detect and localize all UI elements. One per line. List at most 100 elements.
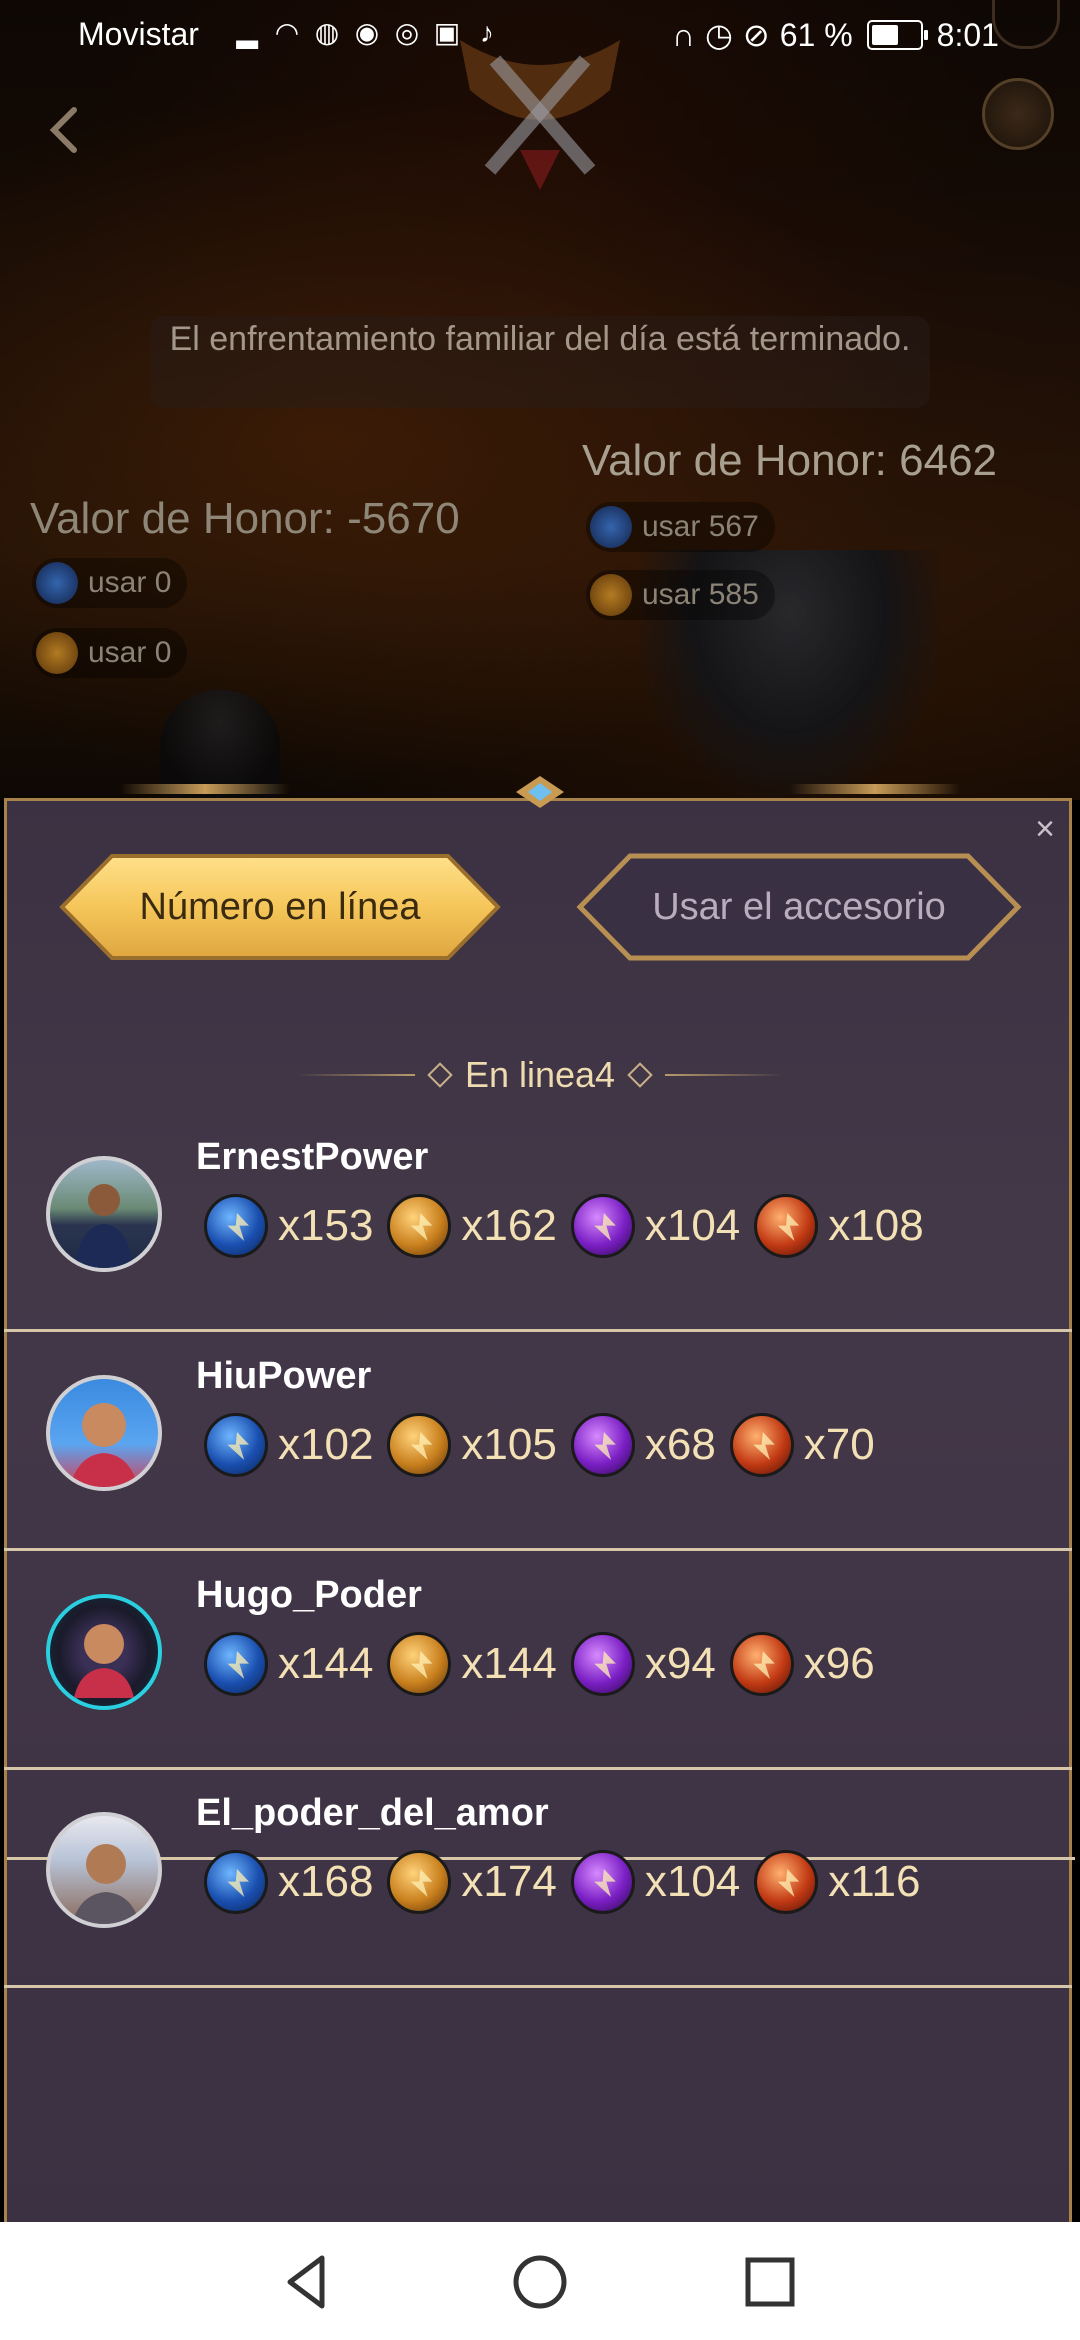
red-orb-icon: [729, 1632, 794, 1696]
player-row: Hugo_Poder x144 x144 x94 x96: [4, 1552, 1072, 1770]
purple-orb-icon: [570, 1194, 635, 1258]
status-bar: Movistar ▂ ◠ ◍ ◉ ◎ ▣ ♪ ∩ ◷ ⊘ 61 % 8:01: [0, 0, 1080, 72]
nav-back-icon[interactable]: [276, 2250, 340, 2314]
divider: [665, 1074, 786, 1076]
back-arrow-icon[interactable]: [40, 100, 90, 160]
item-quantity: x168: [278, 1857, 374, 1906]
left-gold-usage: usar 0: [32, 628, 188, 678]
avatar[interactable]: [46, 1812, 162, 1928]
battery-fill: [871, 25, 898, 45]
item-gold: x162: [387, 1194, 557, 1258]
tab-accessory-label: Usar el accesorio: [652, 885, 946, 928]
item-quantity: x153: [278, 1201, 374, 1250]
usage-label: usar 567: [642, 510, 759, 543]
player-row: El_poder_del_amor x168 x174 x104 x116: [4, 1770, 1072, 1988]
wifi-icon: ◠: [274, 17, 300, 48]
item-blue: x144: [204, 1632, 373, 1696]
panel-edge-decoration: [120, 784, 290, 794]
item-purple: x68: [570, 1413, 716, 1477]
blue-orb-icon: [204, 1413, 268, 1477]
player-items: x102 x105 x68 x70: [204, 1413, 889, 1477]
item-quantity: x68: [644, 1420, 716, 1469]
gold-orb-icon: [387, 1850, 452, 1914]
gold-orb-icon: [36, 632, 78, 674]
purple-orb-icon: [570, 1413, 635, 1477]
divider: [294, 1074, 415, 1076]
online-count-heading: En linea4: [290, 1052, 790, 1098]
item-quantity: x104: [644, 1857, 741, 1906]
game-background: El enfrentamiento familiar del día está …: [0, 0, 1080, 800]
nav-recents-icon[interactable]: [738, 2250, 802, 2314]
item-blue: x168: [204, 1850, 373, 1914]
gold-orb-icon: [387, 1632, 452, 1696]
diamond-icon: [627, 1062, 653, 1088]
tiktok-icon: ♪: [480, 17, 494, 48]
avatar[interactable]: [46, 1156, 162, 1272]
item-quantity: x105: [461, 1420, 557, 1469]
app-icon: ◉: [354, 17, 380, 48]
panel-edge-decoration: [790, 784, 960, 794]
signal-icon: ▂: [236, 17, 258, 48]
clock: 8:01: [936, 16, 999, 53]
diamond-ornament-icon: [516, 776, 564, 808]
gold-orb-icon: [387, 1194, 452, 1258]
item-quantity: x162: [461, 1201, 557, 1250]
item-purple: x104: [570, 1850, 741, 1914]
tab-online-count[interactable]: Número en línea: [58, 852, 502, 962]
item-red: x70: [729, 1413, 875, 1477]
red-orb-icon: [729, 1413, 794, 1477]
player-name: ErnestPower: [196, 1136, 429, 1178]
item-quantity: x144: [461, 1639, 557, 1688]
left-blue-usage: usar 0: [32, 558, 188, 608]
player-row: HiuPower x102 x105 x68 x70: [4, 1333, 1072, 1551]
item-quantity: x102: [278, 1420, 374, 1469]
item-quantity: x174: [461, 1857, 557, 1906]
item-purple: x94: [570, 1632, 716, 1696]
item-purple: x104: [570, 1194, 741, 1258]
alarm-icon: ◷: [705, 17, 733, 53]
gold-orb-icon: [387, 1413, 452, 1477]
player-items: x168 x174 x104 x116: [204, 1850, 934, 1914]
nav-home-icon[interactable]: [508, 2250, 572, 2314]
red-orb-icon: [754, 1194, 819, 1258]
diamond-icon: [427, 1062, 453, 1088]
status-right: ∩ ◷ ⊘ 61 % 8:01: [672, 16, 999, 54]
red-orb-icon: [754, 1850, 819, 1914]
purple-orb-icon: [570, 1850, 635, 1914]
battery-percent: 61 %: [779, 16, 853, 53]
player-items: x144 x144 x94 x96: [204, 1632, 889, 1696]
section-title: En linea4: [464, 1054, 616, 1095]
right-gold-usage: usar 585: [586, 570, 775, 620]
item-red: x108: [754, 1194, 924, 1258]
player-row: ErnestPower x153 x162 x104 x108: [4, 1114, 1072, 1332]
avatar[interactable]: [46, 1594, 162, 1710]
usage-label: usar 0: [88, 636, 172, 669]
status-icons: ▂ ◠ ◍ ◉ ◎ ▣ ♪: [232, 16, 502, 50]
avatar[interactable]: [46, 1375, 162, 1491]
tab-use-accessory[interactable]: Usar el accesorio: [576, 852, 1022, 962]
gold-orb-icon: [590, 574, 632, 616]
mute-bell-icon: ⊘: [742, 17, 770, 53]
item-quantity: x94: [644, 1639, 716, 1688]
item-quantity: x116: [828, 1857, 921, 1906]
item-quantity: x104: [644, 1201, 741, 1250]
usage-label: usar 0: [88, 566, 172, 599]
player-name: Hugo_Poder: [196, 1574, 422, 1616]
battery-icon: [866, 20, 928, 50]
player-name: El_poder_del_amor: [196, 1792, 549, 1834]
blue-orb-icon: [204, 1194, 268, 1258]
item-quantity: x96: [803, 1639, 875, 1688]
item-red: x96: [729, 1632, 875, 1696]
headphones-icon: ∩: [672, 16, 695, 53]
blue-orb-icon: [36, 562, 78, 604]
close-icon[interactable]: ×: [1028, 812, 1062, 846]
scroll-menu-icon[interactable]: [982, 78, 1054, 150]
purple-orb-icon: [570, 1632, 635, 1696]
usage-label: usar 585: [642, 578, 759, 611]
blue-orb-icon: [204, 1632, 268, 1696]
item-quantity: x70: [803, 1420, 875, 1469]
item-blue: x153: [204, 1194, 373, 1258]
carrier-name: Movistar: [78, 16, 199, 52]
android-nav-bar: [0, 2222, 1080, 2340]
item-red: x116: [754, 1850, 920, 1914]
